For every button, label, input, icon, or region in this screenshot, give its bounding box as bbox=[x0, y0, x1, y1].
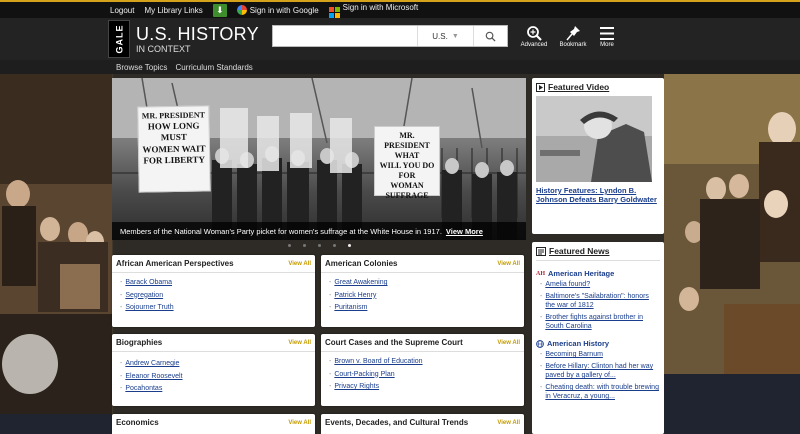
featured-video-panel: Featured Video History Features: Lyndon … bbox=[532, 78, 664, 234]
list-item: Court-Packing Plan bbox=[329, 369, 520, 382]
news-source-american-history[interactable]: American History bbox=[536, 339, 660, 348]
topic-card-economics: Economics View All bbox=[112, 414, 315, 434]
list-item: Privacy Rights bbox=[329, 381, 520, 394]
curriculum-standards-link[interactable]: Curriculum Standards bbox=[175, 63, 252, 72]
newspaper-icon bbox=[536, 246, 546, 256]
background-painting-right bbox=[664, 74, 800, 434]
download-icon: ⬇ bbox=[212, 3, 227, 17]
video-thumbnail-image bbox=[536, 96, 652, 182]
card-title: Economics bbox=[116, 418, 159, 427]
card-title: Court Cases and the Supreme Court bbox=[325, 338, 463, 347]
list-item: Baltimore's "Sailabration": honors the w… bbox=[540, 292, 660, 310]
list-item: Puritanism bbox=[329, 302, 520, 315]
card-title: Events, Decades, and Cultural Trends bbox=[325, 418, 469, 427]
topic-card-american-colonies: American Colonies View All Great Awakenin… bbox=[321, 255, 524, 327]
chevron-down-icon: ▼ bbox=[451, 32, 459, 40]
menu-icon bbox=[600, 26, 614, 40]
download-button[interactable]: ⬇ bbox=[212, 3, 227, 17]
list-item: Barack Obama bbox=[120, 277, 311, 290]
american-heritage-logo-icon: AH bbox=[536, 270, 545, 277]
search-icon bbox=[485, 31, 496, 42]
card-title: American Colonies bbox=[325, 259, 398, 268]
list-item: Brown v. Board of Education bbox=[329, 356, 520, 369]
gale-logo: GALE bbox=[108, 20, 130, 58]
news-source-american-heritage[interactable]: AH American Heritage bbox=[536, 269, 660, 278]
google-signin-button[interactable]: Sign in with Google bbox=[236, 5, 319, 15]
carousel-dot-5[interactable] bbox=[347, 243, 351, 247]
list-item: Patrick Henry bbox=[329, 290, 520, 303]
list-item: Before Hillary: Clinton had her way pave… bbox=[540, 362, 660, 380]
site-subtitle: IN CONTEXT bbox=[136, 43, 191, 54]
view-all-link[interactable]: View All bbox=[497, 420, 520, 428]
view-all-link[interactable]: View All bbox=[288, 261, 311, 269]
featured-news-panel: Featured News AH American Heritage Ameli… bbox=[532, 242, 664, 434]
bookmark-pin-icon bbox=[565, 26, 580, 41]
list-item: Brother fights against brother in South … bbox=[540, 313, 660, 331]
search-button[interactable] bbox=[473, 26, 507, 46]
site-header: GALE U.S. HISTORY IN CONTEXT U.S. ▼ Advan… bbox=[0, 18, 800, 60]
right-sidebar: Featured Video History Features: Lyndon … bbox=[532, 78, 664, 434]
hero-caption: Members of the National Woman's Party pi… bbox=[112, 222, 526, 240]
globe-icon bbox=[536, 339, 544, 348]
list-item: Amelia found? bbox=[540, 280, 660, 289]
view-all-link[interactable]: View All bbox=[288, 340, 311, 348]
more-menu-button[interactable]: More bbox=[587, 24, 627, 48]
carousel-dot-4[interactable] bbox=[332, 243, 336, 247]
advanced-search-button[interactable]: Advanced bbox=[514, 24, 554, 48]
top-utility-bar: Logout My Library Links ⬇ Sign in with G… bbox=[0, 0, 800, 18]
featured-video-heading: Featured Video bbox=[548, 82, 610, 92]
topic-card-african-american-perspectives: African American Perspectives View All Ba… bbox=[112, 255, 315, 327]
list-item: Great Awakening bbox=[329, 277, 520, 290]
carousel-dots bbox=[112, 240, 526, 250]
background-painting-left bbox=[0, 74, 112, 434]
list-item: Becoming Barnum bbox=[540, 350, 660, 359]
hero-carousel[interactable]: MR. PRESIDENT HOW LONG MUST WOMEN WAIT FOR L… bbox=[112, 78, 526, 240]
card-title: African American Perspectives bbox=[116, 259, 234, 268]
logout-link[interactable]: Logout bbox=[110, 6, 134, 15]
carousel-dot-1[interactable] bbox=[287, 243, 291, 247]
carousel-dot-2[interactable] bbox=[302, 243, 306, 247]
card-title: Biographies bbox=[116, 338, 163, 347]
my-library-links[interactable]: My Library Links bbox=[144, 6, 202, 15]
search-scope-select[interactable]: U.S. ▼ bbox=[417, 26, 473, 46]
view-all-link[interactable]: View All bbox=[497, 340, 520, 348]
carousel-dot-3[interactable] bbox=[317, 243, 321, 247]
list-item: Sojourner Truth bbox=[120, 302, 311, 315]
protest-sign-left: MR. PRESIDENT HOW LONG MUST WOMEN WAIT FOR L… bbox=[137, 105, 211, 193]
microsoft-signin-button[interactable]: Sign in with Microsoft bbox=[328, 3, 418, 18]
search-input[interactable] bbox=[273, 26, 417, 46]
featured-news-heading: Featured News bbox=[549, 246, 610, 256]
google-icon bbox=[236, 5, 247, 15]
list-item: Pocahontas bbox=[120, 383, 311, 396]
search-bar: U.S. ▼ bbox=[272, 25, 508, 47]
view-all-link[interactable]: View All bbox=[288, 420, 311, 428]
site-logo[interactable]: GALE U.S. HISTORY IN CONTEXT bbox=[108, 20, 259, 58]
list-item: Segregation bbox=[120, 290, 311, 303]
advanced-search-icon bbox=[527, 26, 542, 41]
video-play-icon bbox=[536, 82, 545, 92]
main-content: MR. PRESIDENT HOW LONG MUST WOMEN WAIT FOR L… bbox=[112, 78, 526, 434]
list-item: Eleanor Roosevelt bbox=[120, 371, 311, 384]
microsoft-icon bbox=[328, 6, 340, 18]
featured-video-title-link[interactable]: History Features: Lyndon B. Johnson Defe… bbox=[536, 186, 660, 204]
topic-card-biographies: Biographies View All Andrew Carnegie Elea… bbox=[112, 334, 315, 406]
view-more-link[interactable]: View More bbox=[446, 227, 483, 236]
list-item: Andrew Carnegie bbox=[120, 358, 311, 371]
topic-card-court-cases: Court Cases and the Supreme Court View Al… bbox=[321, 334, 524, 406]
protest-sign-right: MR. PRESIDENT WHAT WILL YOU DO FOR WOMAN SUF… bbox=[374, 126, 440, 200]
topic-card-events-decades: Events, Decades, and Cultural Trends View… bbox=[321, 414, 524, 434]
site-title: U.S. HISTORY bbox=[136, 23, 259, 44]
view-all-link[interactable]: View All bbox=[497, 261, 520, 269]
list-item: Cheating death: with trouble brewing in … bbox=[540, 383, 660, 401]
sub-navigation: Browse Topics Curriculum Standards bbox=[0, 60, 800, 74]
browse-topics-link[interactable]: Browse Topics bbox=[116, 63, 167, 72]
featured-video-thumbnail[interactable] bbox=[536, 96, 652, 182]
